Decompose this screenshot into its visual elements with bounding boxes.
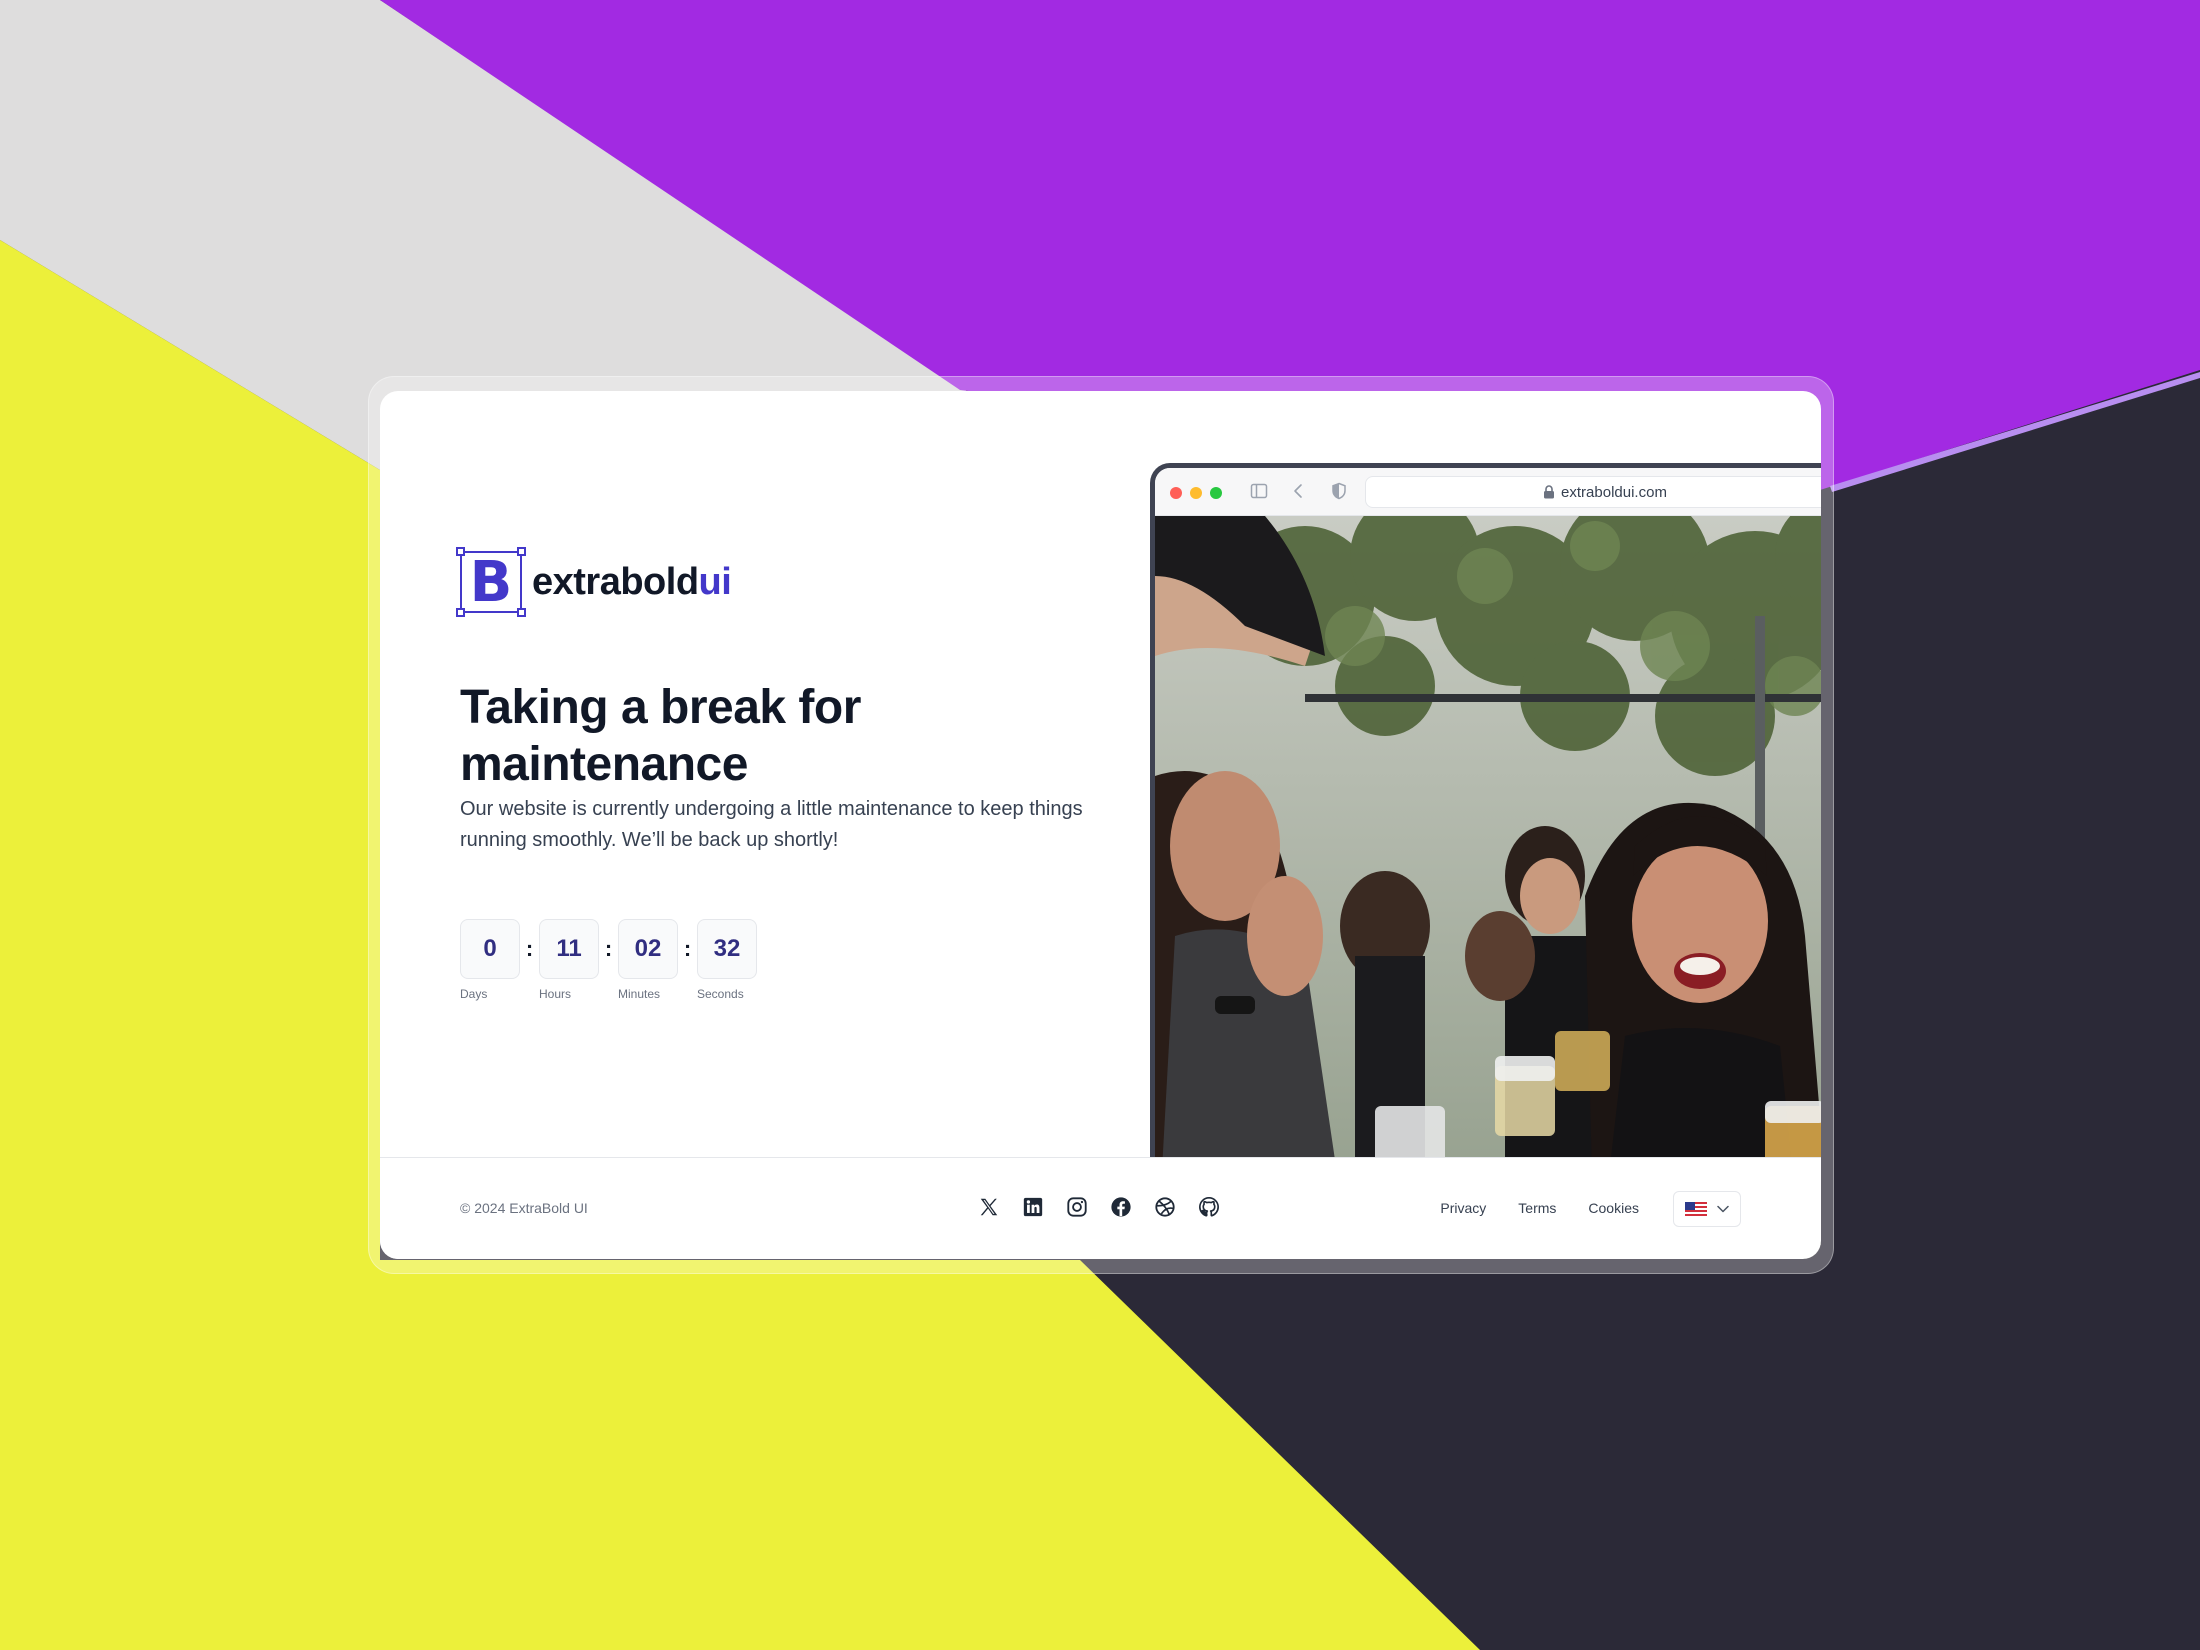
linkedin-icon[interactable] bbox=[1022, 1196, 1044, 1218]
countdown-hours: 11 Hours bbox=[539, 919, 599, 1001]
browser-mockup: extraboldui.com bbox=[1150, 463, 1821, 1259]
page-description: Our website is currently undergoing a li… bbox=[460, 798, 1083, 851]
countdown-separator: : bbox=[525, 936, 534, 961]
us-flag-icon bbox=[1685, 1202, 1707, 1216]
logo-wordmark: extraboldui bbox=[532, 560, 732, 604]
github-icon[interactable] bbox=[1198, 1196, 1220, 1218]
maintenance-card: B extraboldui Taking a break for mainten… bbox=[380, 391, 1821, 1259]
terms-link[interactable]: Terms bbox=[1518, 1200, 1556, 1216]
address-url: extraboldui.com bbox=[1561, 483, 1667, 501]
page-footer: © 2024 ExtraBold UI Privacy Terms Cookie… bbox=[380, 1157, 1821, 1259]
countdown-seconds: 32 Seconds bbox=[697, 919, 757, 1001]
back-icon[interactable] bbox=[1290, 482, 1308, 505]
people-photo bbox=[1155, 516, 1821, 1259]
instagram-icon[interactable] bbox=[1066, 1196, 1088, 1218]
footer-links: Privacy Terms Cookies bbox=[1440, 1200, 1639, 1216]
logo-mark: B bbox=[456, 547, 526, 617]
sidebar-icon[interactable] bbox=[1250, 482, 1268, 505]
logo-wordmark-main: extrabold bbox=[532, 560, 699, 603]
logo-letter: B bbox=[469, 550, 513, 615]
language-selector[interactable] bbox=[1673, 1191, 1741, 1227]
logo-wordmark-accent: ui bbox=[698, 560, 732, 603]
countdown-label: Seconds bbox=[697, 987, 744, 1001]
countdown-minutes: 02 Minutes bbox=[618, 919, 678, 1001]
facebook-icon[interactable] bbox=[1110, 1196, 1132, 1218]
social-links bbox=[978, 1196, 1220, 1218]
logo-handle bbox=[517, 608, 526, 617]
copyright-text: © 2024 ExtraBold UI bbox=[460, 1200, 588, 1216]
countdown-value: 0 bbox=[460, 919, 520, 979]
countdown-label: Minutes bbox=[618, 987, 661, 1001]
chevron-down-icon bbox=[1717, 1205, 1729, 1213]
lock-icon bbox=[1544, 485, 1555, 499]
countdown-separator: : bbox=[604, 936, 613, 961]
countdown-days: 0 Days bbox=[460, 919, 520, 1001]
browser-toolbar: extraboldui.com bbox=[1155, 468, 1821, 516]
logo-handle bbox=[456, 608, 465, 617]
countdown-label: Hours bbox=[539, 987, 572, 1001]
countdown-separator: : bbox=[683, 936, 692, 961]
minimize-window-icon[interactable] bbox=[1190, 487, 1202, 499]
dribbble-icon[interactable] bbox=[1154, 1196, 1176, 1218]
logo-handle bbox=[456, 547, 465, 556]
shield-icon[interactable] bbox=[1330, 482, 1348, 505]
logo-handle bbox=[517, 547, 526, 556]
page-title: Taking a break for maintenance bbox=[460, 681, 861, 791]
countdown-value: 11 bbox=[539, 919, 599, 979]
privacy-link[interactable]: Privacy bbox=[1440, 1200, 1486, 1216]
maximize-window-icon[interactable] bbox=[1210, 487, 1222, 499]
countdown-value: 32 bbox=[697, 919, 757, 979]
brand-logo[interactable]: B extraboldui bbox=[456, 547, 732, 617]
countdown-value: 02 bbox=[618, 919, 678, 979]
address-bar[interactable]: extraboldui.com bbox=[1365, 476, 1821, 508]
cookies-link[interactable]: Cookies bbox=[1588, 1200, 1639, 1216]
close-window-icon[interactable] bbox=[1170, 487, 1182, 499]
countdown-timer: 0 Days : 11 Hours : 02 Minutes : 32 Seco… bbox=[460, 919, 757, 1001]
countdown-label: Days bbox=[460, 987, 488, 1001]
x-icon[interactable] bbox=[978, 1196, 1000, 1218]
